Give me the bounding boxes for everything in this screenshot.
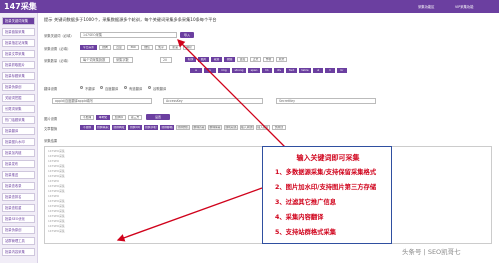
- annotation-item: 5、支持站群格式采集: [275, 229, 337, 236]
- annotation-item: 1、多数据源采集/支持保留采集格式: [275, 169, 377, 176]
- arrow-to-results: [116, 187, 263, 242]
- arrow-to-keyword: [177, 39, 291, 153]
- watermark: 头条号 | SEO凯哥七: [402, 248, 461, 256]
- annotation-heading: 输入关键词即可采集: [296, 154, 360, 162]
- annotation-box: 输入关键词即可采集 1、多数据源采集/支持保留采集格式 2、图片加水印/支持图片…: [262, 146, 392, 244]
- annotation-item: 4、采集内容翻译: [275, 214, 324, 221]
- annotation-item: 2、图片加水印/支持图片第三方存储: [275, 184, 377, 191]
- annotation-item: 3、过滤其它推广信息: [275, 199, 337, 206]
- annotation-arrows: [116, 39, 291, 242]
